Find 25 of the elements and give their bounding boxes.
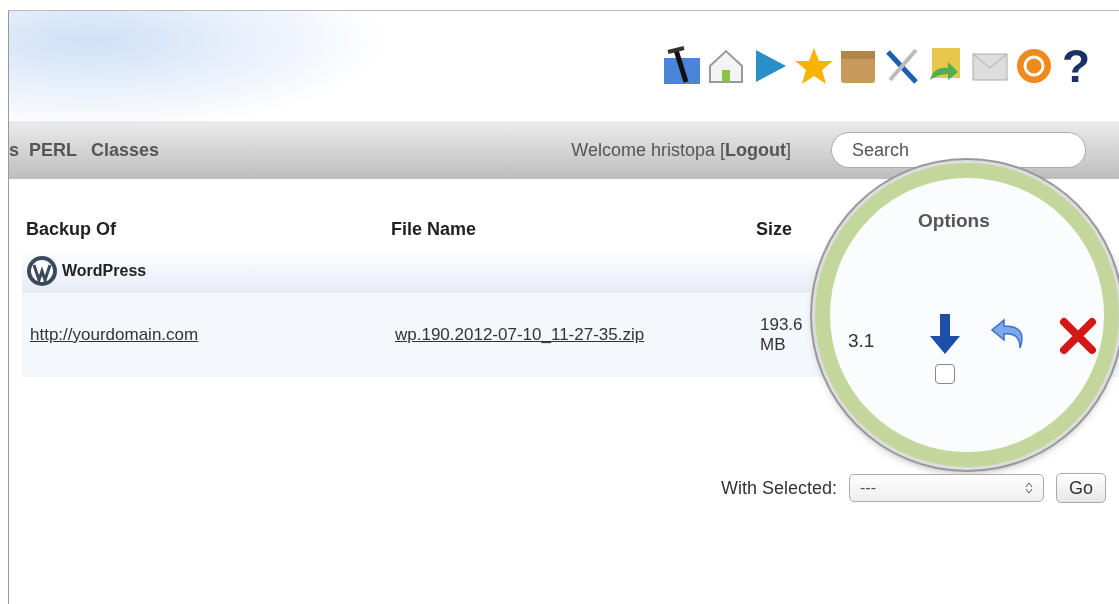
column-header: Backup Of (26, 218, 118, 240)
stepper-icon (1025, 482, 1033, 494)
row-checkbox[interactable] (935, 364, 955, 384)
bulk-label: With Selected: (720, 477, 837, 499)
go-button[interactable]: Go (1056, 473, 1106, 503)
download-icon[interactable] (928, 312, 962, 356)
group-label: WordPress (62, 262, 147, 280)
nav-link[interactable]: Classes (91, 139, 160, 161)
size-cell-text: 193.6 MB (760, 315, 804, 355)
site-link[interactable]: http://yourdomain.com (30, 325, 199, 345)
close-icon[interactable] (1058, 316, 1098, 356)
search-field[interactable]: Search (831, 132, 1086, 168)
folder-hammer-icon[interactable] (661, 46, 702, 86)
column-header: Options (918, 210, 990, 232)
nav-link[interactable]: s (9, 139, 19, 161)
bulk-action-select[interactable]: --- (849, 474, 1044, 502)
column-header: Size (756, 218, 794, 240)
nav-link[interactable]: PERL (29, 139, 78, 161)
file-link[interactable]: wp.190.2012-07-10_11-27-35.zip (395, 325, 645, 345)
table-cell: 3.1 (848, 330, 875, 352)
welcome-text: Welcome hristopa [Logout] (571, 139, 791, 161)
help-icon[interactable]: ? (1061, 43, 1090, 89)
star-icon[interactable] (793, 46, 834, 86)
column-header: File Name (391, 218, 478, 240)
wordpress-logo-icon (26, 255, 58, 287)
